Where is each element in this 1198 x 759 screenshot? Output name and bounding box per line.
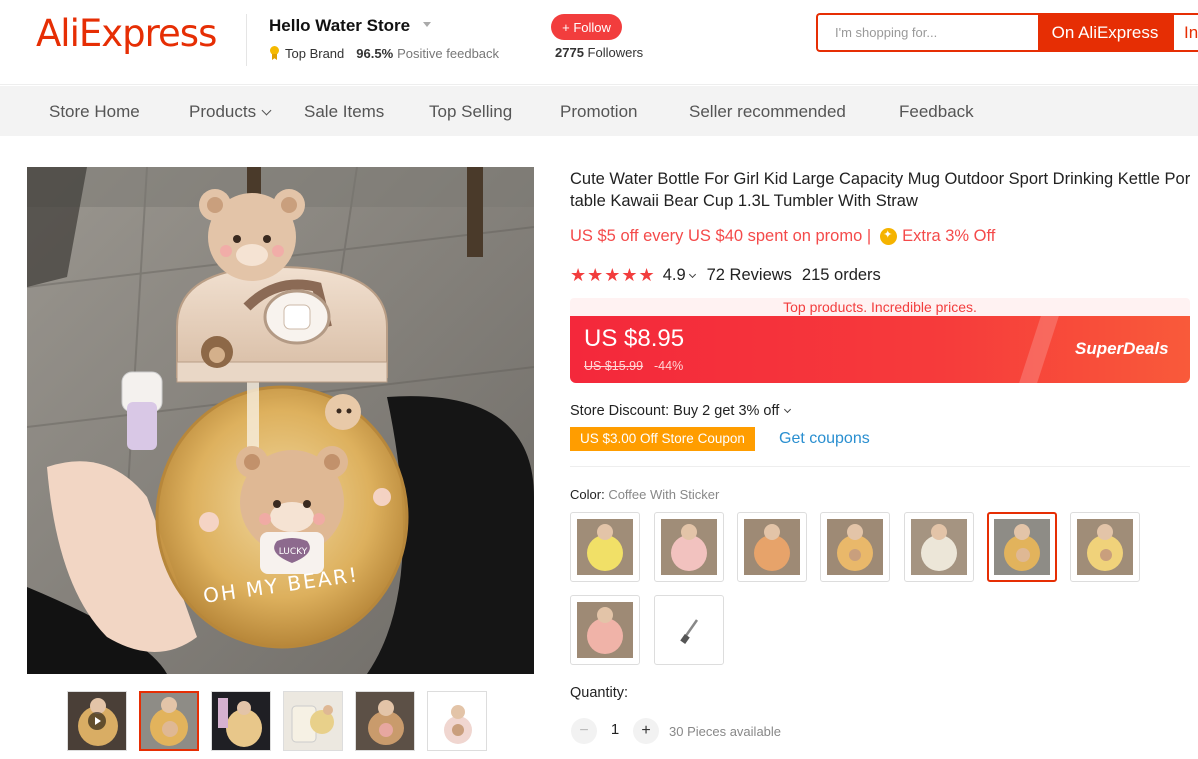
thumbnail-strip (67, 691, 487, 751)
superdeals-badge: SuperDeals (1075, 339, 1169, 358)
deal-banner-top: Top products. Incredible prices. (570, 298, 1190, 316)
get-coupons-link[interactable]: Get coupons (779, 430, 870, 448)
thumbnail-6[interactable] (427, 691, 487, 751)
color-swatch-7[interactable] (1070, 512, 1140, 582)
nav-label: Promotion (560, 102, 638, 121)
discount-percent: -44% (654, 359, 684, 373)
chevron-down-icon (784, 405, 792, 414)
quantity-decrease-button[interactable]: − (571, 718, 597, 744)
bear-label: LUCKY (279, 547, 308, 557)
search-aliexpress-button[interactable]: On AliExpress (1038, 13, 1172, 52)
store-discount-text: Store Discount: Buy 2 get 3% off (570, 403, 780, 419)
aliexpress-logo[interactable]: AliExpress (36, 12, 217, 55)
product-photo: LUCKY OH MY BEAR! (27, 167, 534, 674)
play-icon (88, 712, 106, 730)
straw-icon (661, 602, 717, 658)
thumbnail-image (356, 692, 414, 750)
top-brand-label: Top Brand (285, 46, 345, 61)
product-title: Cute Water Bottle For Girl Kid Large Cap… (570, 170, 1191, 210)
thumbnail-image (284, 692, 342, 750)
feedback-label: Positive feedback (397, 46, 500, 61)
thumbnail-image (212, 692, 270, 750)
thumbnail-5[interactable] (355, 691, 415, 751)
swatch-image (661, 519, 717, 575)
store-dropdown-icon[interactable] (423, 22, 431, 27)
swatch-image (994, 519, 1050, 575)
pieces-available: 30 Pieces available (669, 724, 782, 739)
store-discount[interactable]: Store Discount: Buy 2 get 3% off (570, 403, 792, 419)
quantity-increase-button[interactable]: + (633, 718, 659, 744)
nav-label: Products (189, 102, 257, 121)
color-label: Color: (570, 487, 605, 502)
nav-label: Top Selling (429, 102, 513, 121)
nav-promotion[interactable]: Promotion (560, 102, 637, 122)
swatch-image (744, 519, 800, 575)
orders-count: 215 orders (801, 266, 881, 284)
nav-store-home[interactable]: Store Home (49, 102, 140, 122)
nav-seller-recommended[interactable]: Seller recommended (689, 102, 846, 122)
nav-label: Seller recommended (689, 102, 846, 121)
swatch-image (827, 519, 883, 575)
color-swatch-8[interactable] (570, 595, 640, 665)
thumbnail-image (141, 693, 197, 749)
header-divider (246, 14, 247, 66)
followers-number: 2775 (555, 45, 584, 60)
store-nav: Store Home Products Sale Items Top Selli… (0, 86, 1198, 136)
color-selector-label: Color: Coffee With Sticker (570, 487, 719, 502)
rating-value[interactable]: 4.9 (663, 266, 686, 285)
followers-label: Followers (587, 45, 644, 60)
promo-text: US $5 off every US $40 spent on promo | (570, 227, 872, 245)
original-price: US $15.99 (584, 359, 644, 373)
feedback-percent: 96.5% (356, 46, 394, 61)
quantity-value[interactable]: 1 (607, 721, 623, 738)
nav-top-selling[interactable]: Top Selling (429, 102, 512, 122)
thumbnail-2[interactable] (139, 691, 199, 751)
follow-button[interactable]: + Follow (551, 14, 622, 40)
thumbnail-3[interactable] (211, 691, 271, 751)
color-swatch-straw[interactable] (654, 595, 724, 665)
store-brand-row: Top Brand 96.5% Positive feedback (268, 46, 499, 61)
star-rating-icon: ★★★★★ (570, 265, 656, 286)
quantity-label: Quantity: (570, 685, 629, 701)
thumbnail-video[interactable] (67, 691, 127, 751)
followers-count: 2775 Followers (555, 45, 643, 60)
search-store-button[interactable]: In this store (1172, 13, 1198, 52)
store-coupon-tag[interactable]: US $3.00 Off Store Coupon (570, 427, 755, 451)
chevron-down-icon[interactable] (688, 270, 696, 278)
rating-row: ★★★★★ 4.9 72 Reviews 215 orders (570, 265, 881, 286)
color-swatch-4[interactable] (820, 512, 890, 582)
color-swatch-5[interactable] (904, 512, 974, 582)
thumbnail-image (428, 692, 486, 750)
reviews-link[interactable]: 72 Reviews (707, 266, 792, 285)
nav-products[interactable]: Products (189, 102, 272, 122)
selected-color-name: Coffee With Sticker (608, 487, 720, 502)
nav-feedback[interactable]: Feedback (899, 102, 974, 122)
extra-off-text: Extra 3% Off (902, 227, 996, 245)
swatch-image (577, 519, 633, 575)
nav-label: Sale Items (304, 102, 385, 121)
section-divider (570, 466, 1190, 467)
nav-sale-items[interactable]: Sale Items (304, 102, 384, 122)
coin-icon (880, 228, 898, 245)
nav-label: Feedback (899, 102, 974, 121)
medal-icon (268, 46, 281, 61)
search-input[interactable] (816, 13, 1040, 52)
chevron-down-icon (261, 105, 272, 115)
swatch-image (577, 602, 633, 658)
nav-label: Store Home (49, 102, 140, 121)
color-swatch-6-selected[interactable] (987, 512, 1057, 582)
swatch-image (1077, 519, 1133, 575)
product-main-image[interactable]: LUCKY OH MY BEAR! (27, 167, 534, 674)
store-name[interactable]: Hello Water Store (269, 16, 410, 36)
store-header: AliExpress Hello Water Store Top Brand 9… (0, 0, 1198, 85)
current-price: US $8.95 (584, 325, 685, 352)
swatch-image (911, 519, 967, 575)
color-swatch-2[interactable] (654, 512, 724, 582)
color-swatch-1[interactable] (570, 512, 640, 582)
thumbnail-4[interactable] (283, 691, 343, 751)
promo-line[interactable]: US $5 off every US $40 spent on promo | … (570, 227, 995, 246)
color-swatch-3[interactable] (737, 512, 807, 582)
